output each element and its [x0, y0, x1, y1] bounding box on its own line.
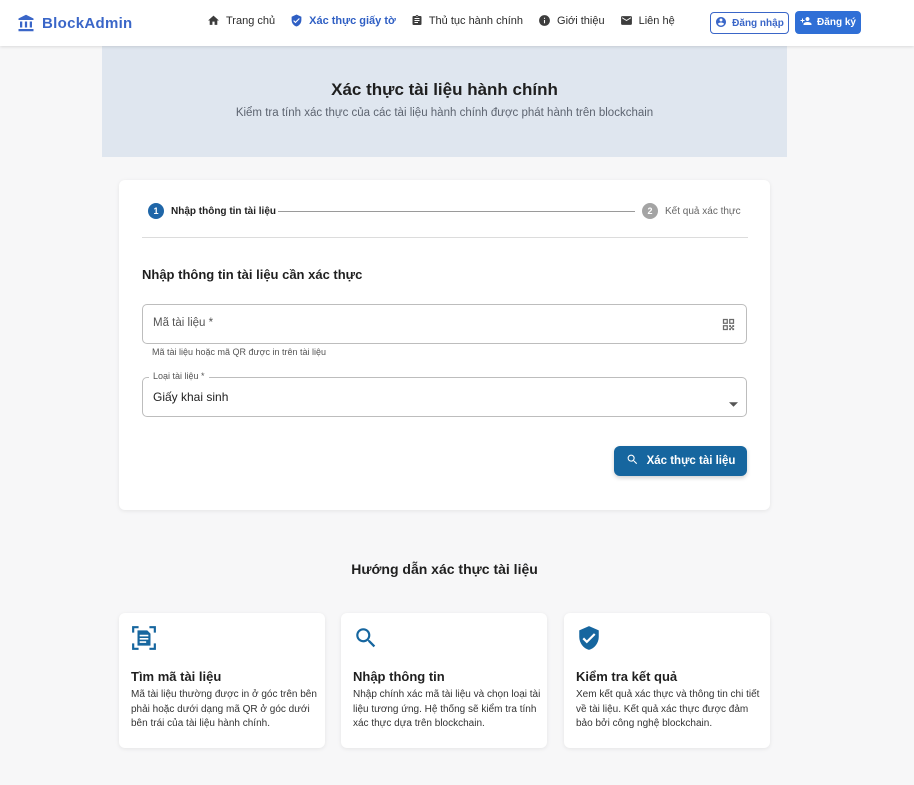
bank-icon: [17, 14, 35, 32]
step-2: 2 Kết quả xác thực: [642, 203, 741, 219]
document-type-value: Giấy khai sinh: [153, 390, 229, 404]
divider: [142, 237, 748, 238]
register-label: Đăng ký: [817, 17, 856, 28]
document-code-helper: Mã tài liệu hoặc mã QR được in trên tài …: [152, 347, 327, 357]
page-subtitle: Kiểm tra tính xác thực của các tài liệu …: [235, 107, 654, 119]
guide-card-description: Xem kết quả xác thực và thông tin chi ti…: [576, 689, 760, 729]
info-icon: [538, 14, 551, 27]
guide-card-description: Nhập chính xác mã tài liệu và chọn loại …: [353, 689, 541, 729]
nav-item-contact[interactable]: Liên hệ: [620, 14, 675, 27]
step-label: Kết quả xác thực: [665, 205, 741, 217]
login-label: Đăng nhập: [732, 17, 784, 29]
brand-name: BlockAdmin: [42, 14, 133, 32]
document-code-placeholder: Mã tài liệu *: [153, 317, 214, 329]
chevron-down-icon: [729, 394, 738, 412]
register-button[interactable]: Đăng ký: [795, 11, 861, 34]
nav-item-procedures[interactable]: Thủ tục hành chính: [411, 14, 523, 27]
nav-item-about[interactable]: Giới thiệu: [538, 14, 605, 27]
nav-item-label: Giới thiệu: [557, 14, 605, 27]
search-icon: [626, 453, 639, 469]
guide-card-title: Tìm mã tài liệu: [131, 669, 222, 684]
guide-card-enter-info: Nhập thông tin Nhập chính xác mã tài liệ…: [341, 613, 547, 748]
verified-shield-icon: [290, 14, 303, 27]
guide-title: Hướng dẫn xác thực tài liệu: [351, 561, 538, 577]
page-title: Xác thực tài liệu hành chính: [331, 80, 558, 99]
main-nav: Trang chủ Xác thực giấy tờ Thủ tục hành …: [207, 14, 690, 27]
qr-code-icon[interactable]: [721, 317, 736, 337]
form-section-title: Nhập thông tin tài liệu cần xác thực: [142, 267, 363, 282]
guide-card-check-result: Kiểm tra kết quả Xem kết quả xác thực và…: [564, 613, 770, 748]
document-type-select[interactable]: Loại tài liệu * Giấy khai sinh: [142, 371, 747, 417]
guide-card-title: Kiểm tra kết quả: [576, 669, 678, 684]
account-circle-icon: [715, 16, 727, 31]
document-type-label: Loại tài liệu *: [149, 371, 209, 381]
search-icon: [353, 625, 379, 656]
guide-card-find-code: Tìm mã tài liệu Mã tài liệu thường được …: [119, 613, 325, 748]
nav-item-home[interactable]: Trang chủ: [207, 14, 275, 27]
login-button[interactable]: Đăng nhập: [710, 12, 789, 34]
home-icon: [207, 14, 220, 27]
step-number: 2: [642, 203, 658, 219]
document-icon: [411, 14, 423, 27]
guide-card-description: Mã tài liệu thường được in ở góc trên bê…: [131, 689, 317, 729]
nav-item-label: Thủ tục hành chính: [428, 14, 524, 27]
step-label: Nhập thông tin tài liệu: [171, 205, 276, 217]
verify-form-card: 1 Nhập thông tin tài liệu 2 Kết quả xác …: [119, 180, 770, 510]
nav-item-label: Xác thực giấy tờ: [309, 14, 396, 27]
verified-shield-icon: [576, 625, 602, 656]
person-add-icon: [800, 15, 812, 30]
mail-icon: [620, 14, 633, 27]
hero-banner: Xác thực tài liệu hành chính Kiểm tra tí…: [102, 46, 787, 157]
verify-button-label: Xác thực tài liệu: [646, 455, 736, 467]
guide-card-title: Nhập thông tin: [353, 669, 445, 684]
step-1: 1 Nhập thông tin tài liệu: [148, 203, 276, 219]
step-number: 1: [148, 203, 164, 219]
brand-logo[interactable]: BlockAdmin: [17, 11, 133, 35]
document-scan-icon: [131, 625, 157, 656]
document-code-field[interactable]: Mã tài liệu *: [142, 304, 747, 344]
stepper-connector: [278, 211, 635, 212]
verify-document-button[interactable]: Xác thực tài liệu: [614, 446, 747, 476]
nav-item-verify[interactable]: Xác thực giấy tờ: [290, 14, 396, 27]
top-navbar: BlockAdmin Trang chủ Xác thực giấy tờ Th…: [0, 0, 914, 46]
nav-item-label: Trang chủ: [226, 14, 276, 27]
nav-item-label: Liên hệ: [638, 14, 675, 27]
